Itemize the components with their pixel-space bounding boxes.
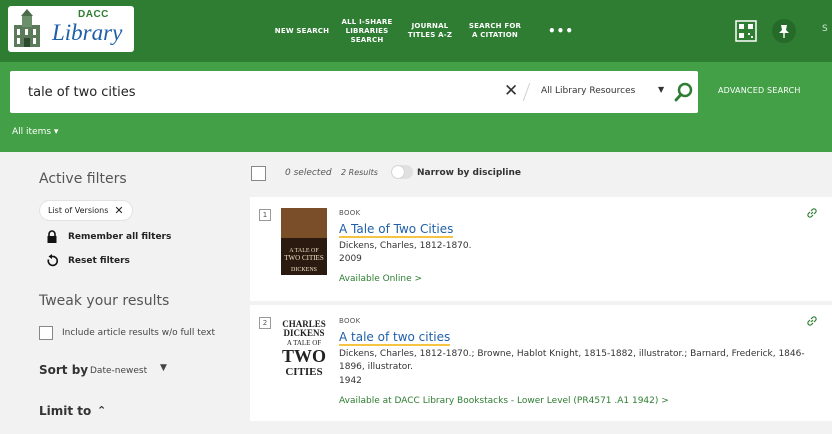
nav-cutoff-text: S — [822, 24, 828, 34]
reset-filters-button[interactable]: Reset filters — [45, 254, 130, 268]
result-title-link[interactable]: A Tale of Two Cities — [339, 222, 454, 238]
reset-icon — [47, 254, 59, 267]
availability-link[interactable]: Available at DACC Library Bookstacks - L… — [339, 396, 669, 406]
result-author: Dickens, Charles, 1812-1870. — [339, 241, 472, 251]
pin-icon[interactable] — [771, 18, 797, 44]
limit-to-heading[interactable]: Limit to — [39, 404, 91, 418]
svg-text:DICKENS: DICKENS — [291, 267, 317, 273]
building-logo-icon — [14, 9, 40, 47]
result-number: 1 — [259, 209, 271, 221]
clear-search-button[interactable]: ✕ — [504, 81, 518, 101]
svg-text:CITIES: CITIES — [285, 366, 322, 378]
include-articles-label: Include article results w/o full text — [62, 328, 215, 338]
remember-filters-button[interactable]: Remember all filters — [45, 230, 171, 244]
advanced-search-link[interactable]: ADVANCED SEARCH — [718, 86, 801, 95]
svg-text:TWO CITIES: TWO CITIES — [284, 254, 324, 262]
search-input[interactable]: tale of two cities — [28, 85, 136, 100]
result-card: 2 CHARLES DICKENS A TALE OF TWO CITIES B… — [250, 305, 832, 421]
results-count: 2 Results — [341, 168, 378, 177]
remember-filters-label: Remember all filters — [68, 232, 172, 242]
nav-new-search[interactable]: NEW SEARCH — [271, 0, 333, 62]
nav-search-citation[interactable]: SEARCH FOR A CITATION — [465, 0, 525, 62]
logo-library-text: Library — [52, 20, 123, 45]
result-author: Dickens, Charles, 1812-1870.; Browne, Ha… — [339, 349, 805, 372]
book-cover-image[interactable]: A TALE OF TWO CITIES DICKENS — [281, 208, 327, 275]
sort-caret-icon[interactable]: ▼ — [160, 363, 167, 373]
include-articles-option[interactable]: Include article results w/o full text — [39, 326, 215, 340]
svg-text:TWO: TWO — [282, 346, 326, 366]
result-card: 1 A TALE OF TWO CITIES DICKENS BOOK A Ta… — [250, 197, 832, 301]
nav-ishare-search[interactable]: ALL I-SHARE LIBRARIES SEARCH — [338, 0, 396, 62]
permalink-icon[interactable] — [806, 315, 818, 327]
nav-journal-titles[interactable]: JOURNAL TITLES A-Z — [405, 0, 455, 62]
search-icon[interactable] — [672, 80, 696, 104]
result-type: BOOK — [339, 209, 361, 217]
filter-sidebar: Active filters List of Versions ✕ Rememb… — [0, 152, 240, 434]
result-title-link[interactable]: A tale of two cities — [339, 330, 451, 346]
scope-caret-icon[interactable]: ▼ — [658, 85, 664, 94]
search-box: tale of two cities ✕ All Library Resourc… — [10, 71, 698, 113]
sort-dropdown[interactable]: Date-newest — [90, 366, 147, 376]
sort-by-label: Sort by — [39, 363, 89, 377]
result-number: 2 — [259, 317, 271, 329]
include-articles-checkbox[interactable] — [39, 326, 53, 340]
narrow-discipline-label: Narrow by discipline — [417, 168, 521, 178]
search-scope-dropdown[interactable]: All Library Resources — [541, 86, 635, 96]
availability-link[interactable]: Available Online > — [339, 274, 422, 284]
svg-text:DICKENS: DICKENS — [283, 328, 324, 338]
qr-code-icon[interactable] — [733, 18, 759, 44]
result-year: 2009 — [339, 254, 362, 264]
lock-icon — [47, 230, 57, 243]
tweak-results-heading: Tweak your results — [39, 293, 170, 309]
narrow-discipline-toggle[interactable] — [391, 165, 413, 179]
active-filters-heading: Active filters — [39, 171, 127, 187]
filter-chip-label: List of Versions — [48, 206, 109, 215]
permalink-icon[interactable] — [806, 207, 818, 219]
logo-dacc-text: DACC — [78, 9, 109, 20]
select-all-checkbox[interactable] — [251, 166, 266, 181]
top-nav: DACC Library NEW SEARCH ALL I-SHARE LIBR… — [0, 0, 832, 62]
chevron-up-icon[interactable]: ⌃ — [97, 404, 106, 417]
result-type: BOOK — [339, 317, 361, 325]
selected-count: 0 selected — [285, 168, 332, 178]
search-divider — [522, 83, 531, 101]
book-cover-image[interactable]: CHARLES DICKENS A TALE OF TWO CITIES — [281, 316, 327, 383]
reset-filters-label: Reset filters — [68, 256, 130, 266]
result-year: 1942 — [339, 376, 362, 386]
remove-filter-icon[interactable]: ✕ — [114, 204, 123, 217]
nav-more-menu[interactable]: ••• — [548, 0, 574, 62]
all-items-dropdown[interactable]: All items ▾ — [12, 127, 58, 137]
library-logo[interactable]: DACC Library — [8, 6, 134, 52]
filter-chip: List of Versions ✕ — [40, 201, 132, 220]
search-band: tale of two cities ✕ All Library Resourc… — [0, 62, 832, 152]
